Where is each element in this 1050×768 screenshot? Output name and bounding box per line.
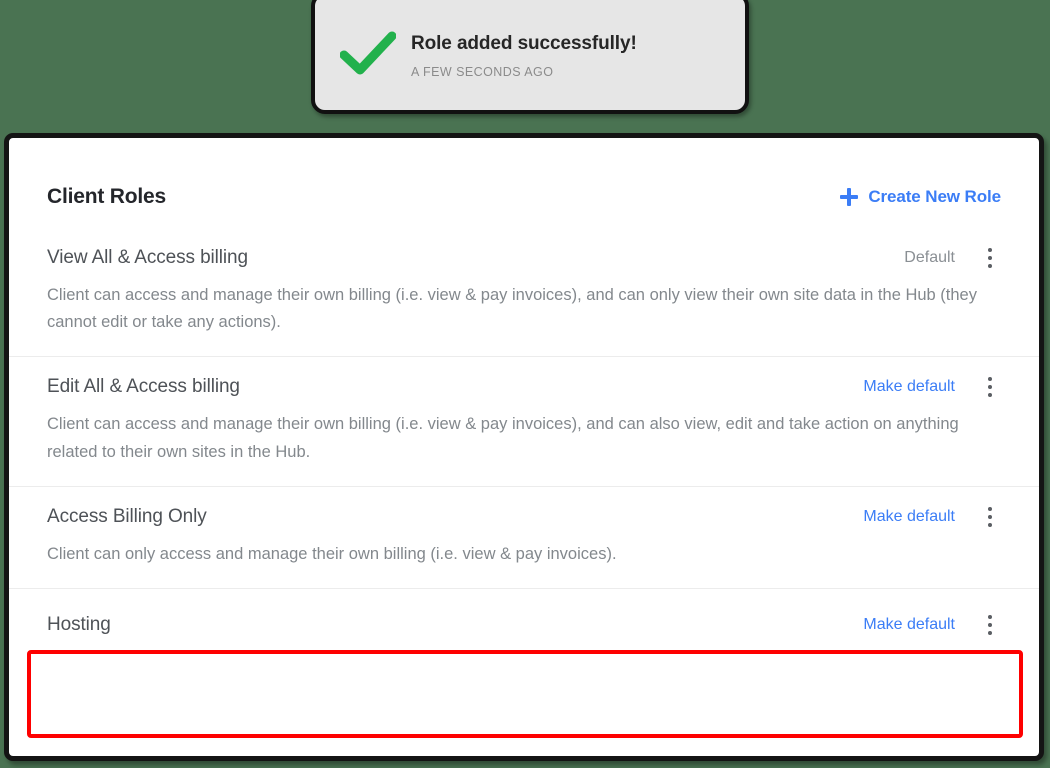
role-row-header: Access Billing Only Make default	[47, 505, 1001, 529]
page-title: Client Roles	[47, 185, 166, 209]
status-badge: Default	[904, 249, 955, 267]
kebab-dot	[988, 523, 992, 527]
toast-timestamp: A FEW SECONDS AGO	[411, 65, 745, 79]
role-row-header: Edit All & Access billing Make default	[47, 375, 1001, 399]
roles-list: View All & Access billing Default Client…	[9, 224, 1039, 669]
role-name: Edit All & Access billing	[47, 376, 240, 398]
kebab-menu-icon[interactable]	[979, 613, 1001, 637]
role-actions: Make default	[863, 375, 1001, 399]
client-roles-panel: Client Roles Create New Role View All & …	[4, 133, 1044, 761]
kebab-dot	[988, 631, 992, 635]
kebab-menu-icon[interactable]	[979, 375, 1001, 399]
kebab-dot	[988, 385, 992, 389]
kebab-dot	[988, 623, 992, 627]
role-description: Client can access and manage their own b…	[47, 411, 1001, 465]
toast-title: Role added successfully!	[411, 33, 745, 55]
create-new-role-button[interactable]: Create New Role	[840, 187, 1001, 207]
table-row: Edit All & Access billing Make default C…	[9, 356, 1039, 485]
role-actions: Make default	[863, 613, 1001, 637]
kebab-menu-icon[interactable]	[979, 505, 1001, 529]
make-default-link[interactable]: Make default	[863, 616, 955, 634]
kebab-menu-icon[interactable]	[979, 246, 1001, 270]
make-default-link[interactable]: Make default	[863, 508, 955, 526]
kebab-dot	[988, 393, 992, 397]
panel-header: Client Roles Create New Role	[9, 138, 1039, 224]
role-actions: Make default	[863, 505, 1001, 529]
create-new-role-label: Create New Role	[868, 187, 1001, 207]
kebab-dot	[988, 248, 992, 252]
kebab-dot	[988, 264, 992, 268]
role-row-header: Hosting Make default	[47, 613, 1001, 637]
role-name: Hosting	[47, 614, 111, 636]
table-row: View All & Access billing Default Client…	[9, 224, 1039, 356]
check-icon	[315, 30, 411, 76]
kebab-dot	[988, 256, 992, 260]
role-description: Client can only access and manage their …	[47, 541, 1001, 568]
table-row: Access Billing Only Make default Client …	[9, 486, 1039, 588]
make-default-link[interactable]: Make default	[863, 378, 955, 396]
success-toast: Role added successfully! A FEW SECONDS A…	[311, 0, 749, 114]
table-row: Hosting Make default	[9, 588, 1039, 669]
role-actions: Default	[904, 246, 1001, 270]
kebab-dot	[988, 515, 992, 519]
toast-text-block: Role added successfully! A FEW SECONDS A…	[411, 27, 745, 79]
kebab-dot	[988, 615, 992, 619]
role-name: Access Billing Only	[47, 506, 207, 528]
kebab-dot	[988, 377, 992, 381]
role-description: Client can access and manage their own b…	[47, 282, 1001, 336]
plus-icon	[840, 188, 858, 206]
kebab-dot	[988, 507, 992, 511]
role-name: View All & Access billing	[47, 247, 248, 269]
role-row-header: View All & Access billing Default	[47, 246, 1001, 270]
